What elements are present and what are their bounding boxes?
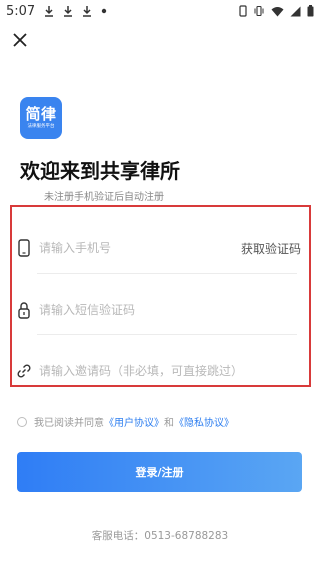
status-right: [239, 5, 314, 17]
login-form: 获取验证码: [10, 205, 311, 387]
invite-code-input[interactable]: [39, 364, 299, 378]
phone-input[interactable]: [39, 241, 219, 255]
service-phone: 客服电话：0513-68788283: [91, 530, 229, 542]
close-button[interactable]: [8, 30, 32, 54]
get-code-button[interactable]: 获取验证码: [241, 240, 301, 257]
divider: [37, 334, 297, 335]
invite-field-row: [12, 341, 309, 401]
dot-icon: [101, 8, 107, 14]
status-left: 5:07: [6, 4, 107, 19]
status-time: 5:07: [6, 3, 36, 19]
download-icon: [63, 5, 73, 17]
user-agreement-link[interactable]: 《用户协议》: [104, 414, 164, 429]
divider: [37, 273, 297, 274]
logo-main-text: 简律: [25, 105, 57, 123]
privacy-agreement-link[interactable]: 《隐私协议》: [174, 414, 234, 429]
wifi-icon: [271, 6, 284, 17]
page-title: 欢迎来到共享律所: [20, 159, 180, 183]
lock-icon: [16, 301, 32, 319]
sms-field-row: [12, 280, 309, 340]
pen-download-icon: [82, 5, 92, 17]
link-icon: [16, 362, 32, 380]
battery-outline-icon: [239, 5, 247, 17]
phone-icon: [16, 239, 32, 257]
logo-sub-text: 法律服务平台: [27, 124, 55, 129]
phone-field-row: 获取验证码: [12, 218, 309, 278]
agreement-checkbox[interactable]: [17, 416, 27, 427]
agreement-prefix: 我已阅读并同意: [34, 418, 104, 429]
close-icon: [12, 32, 28, 52]
status-bar: 5:07: [0, 0, 320, 22]
battery-icon: [307, 5, 314, 17]
download-icon: [44, 5, 54, 17]
agreement-and: 和: [164, 418, 174, 429]
signal-icon: [290, 6, 301, 17]
agreement-row: 我已阅读并同意 《用户协议》 和 《隐私协议》: [17, 414, 234, 429]
vibrate-icon: [253, 5, 265, 17]
sms-code-input[interactable]: [39, 303, 299, 317]
login-register-button[interactable]: 登录/注册: [17, 452, 302, 492]
app-logo: 简律 法律服务平台: [20, 97, 62, 139]
page-subtitle: 未注册手机验证后自动注册: [44, 192, 164, 203]
